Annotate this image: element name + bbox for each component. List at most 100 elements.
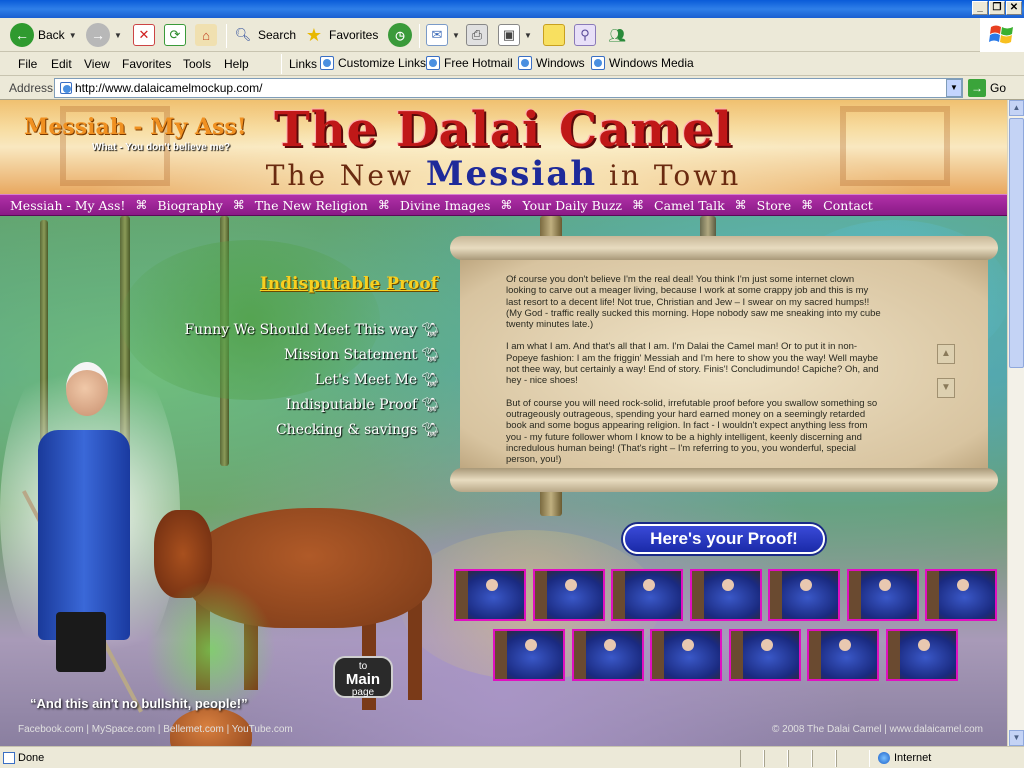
proof-link-mission-statement[interactable]: Mission Statement 🐪︎ <box>284 347 439 363</box>
page-done-icon <box>3 752 15 764</box>
nav-separator-icon: ⌘ <box>801 198 814 212</box>
close-button[interactable]: ✕ <box>1006 1 1022 15</box>
stop-icon: ✕ <box>133 24 155 46</box>
proof-thumbnail[interactable] <box>768 569 840 621</box>
window-title-bar: _ ❐ ✕ <box>0 0 1024 18</box>
proof-thumbnail[interactable] <box>689 569 762 621</box>
edit-button[interactable]: ▣ ▼ <box>498 22 532 48</box>
restore-button[interactable]: ❐ <box>989 1 1005 15</box>
proof-thumbnail[interactable] <box>454 569 526 621</box>
nav-your-daily-buzz[interactable]: Your Daily Buzz <box>522 198 622 213</box>
footer-links[interactable]: Facebook.com | MySpace.com | Bellemet.co… <box>18 724 293 735</box>
proof-link-label: Mission Statement <box>283 347 418 363</box>
mail-button[interactable]: ✉ ▼ <box>426 22 460 48</box>
menu-edit[interactable]: Edit <box>51 57 72 71</box>
to-main-page-button[interactable]: to Main page <box>333 656 393 698</box>
nav-separator-icon: ⌘ <box>500 198 513 212</box>
links-label[interactable]: Links <box>289 57 317 71</box>
address-input[interactable]: http://www.dalaicamelmockup.com/ <box>54 78 963 98</box>
scroll-down-button[interactable]: ▼ <box>937 378 955 398</box>
windows-logo <box>980 18 1024 52</box>
proof-thumbnail[interactable] <box>611 569 683 621</box>
discuss-button[interactable] <box>543 22 565 48</box>
scroll-text: Of course you don't believe I'm the real… <box>506 274 882 476</box>
nav-camel-talk[interactable]: Camel Talk <box>654 198 725 213</box>
scrollbar-thumb[interactable] <box>1009 118 1024 368</box>
link-windows[interactable]: Windows <box>518 56 585 70</box>
camel-icon: 🐪︎ <box>421 322 439 338</box>
standard-toolbar: ← Back ▼ → ▼ ✕ ⟳ ⌂ 🔍︎ Search ★ Favorites… <box>0 18 1024 52</box>
messenger-button[interactable]: 👥︎ <box>606 22 628 48</box>
proof-thumbnail[interactable] <box>885 629 958 681</box>
menu-help[interactable]: Help <box>224 57 249 71</box>
back-button[interactable]: ← Back ▼ <box>10 22 77 48</box>
history-button[interactable]: ◷ <box>388 22 412 48</box>
proof-link-funny-we-should-meet[interactable]: Funny We Should Meet This way 🐪︎ <box>184 322 439 338</box>
proof-thumbnail[interactable] <box>493 629 565 681</box>
scroll-paragraph: Of course you don't believe I'm the real… <box>506 274 881 331</box>
scrollbar-up-arrow[interactable]: ▲ <box>1009 100 1024 116</box>
nav-messiah-my-ass[interactable]: Messiah - My Ass! <box>10 198 125 213</box>
favorites-label: Favorites <box>329 28 379 42</box>
address-dropdown-button[interactable]: ▼ <box>946 79 962 97</box>
research-button[interactable]: ⚲ <box>574 22 596 48</box>
proof-thumbnail[interactable] <box>571 629 644 681</box>
proof-section-heading[interactable]: Indisputable Proof <box>248 274 438 294</box>
link-customize-links[interactable]: Customize Links <box>320 56 426 70</box>
page-icon <box>60 82 72 94</box>
favorites-button[interactable]: ★ Favorites <box>303 22 378 48</box>
chevron-down-icon: ▼ <box>452 30 460 40</box>
proof-thumbnail[interactable] <box>532 569 605 621</box>
heres-your-proof-button[interactable]: Here's your Proof! <box>623 524 825 554</box>
site-tagline: The New Messiah in Town <box>0 154 1007 194</box>
print-button[interactable]: ⎙ <box>466 22 488 48</box>
refresh-button[interactable]: ⟳ <box>164 22 186 48</box>
stop-button[interactable]: ✕ <box>133 22 155 48</box>
menu-tools[interactable]: Tools <box>183 57 211 71</box>
nav-store[interactable]: Store <box>757 198 792 213</box>
menu-view[interactable]: View <box>84 57 110 71</box>
scroll-up-button[interactable]: ▲ <box>937 344 955 364</box>
go-button[interactable]: → Go <box>968 79 1006 97</box>
proof-thumbnail[interactable] <box>807 629 879 681</box>
home-button[interactable]: ⌂ <box>195 22 217 48</box>
nav-contact[interactable]: Contact <box>823 198 873 213</box>
home-icon: ⌂ <box>195 24 217 46</box>
history-icon: ◷ <box>388 23 412 47</box>
scroll-paragraph: I am what I am. And that's all that I am… <box>506 341 879 387</box>
proof-link-indisputable-proof[interactable]: Indisputable Proof 🐪︎ <box>286 397 439 413</box>
minimize-button[interactable]: _ <box>972 1 988 15</box>
search-button[interactable]: 🔍︎ Search <box>232 22 296 48</box>
proof-link-lets-meet-me[interactable]: Let's Meet Me 🐪︎ <box>315 372 439 388</box>
link-label: Windows Media <box>609 56 694 70</box>
menu-favorites[interactable]: Favorites <box>122 57 171 71</box>
nav-biography[interactable]: Biography <box>157 198 222 213</box>
go-arrow-icon: → <box>968 79 986 97</box>
link-free-hotmail[interactable]: Free Hotmail <box>426 56 513 70</box>
proof-thumbnail[interactable] <box>728 629 801 681</box>
chevron-down-icon: ▼ <box>524 30 532 40</box>
forward-button[interactable]: → ▼ <box>86 22 122 48</box>
status-bar: Done Internet <box>0 746 1024 768</box>
nav-separator-icon: ⌘ <box>135 198 148 212</box>
website: The Dalai Camel The New Messiah in Town … <box>0 100 1010 746</box>
quote-caption: “And this ain't no bullshit, people!” <box>30 696 248 711</box>
page-title: Messiah - My Ass! <box>24 114 247 140</box>
proof-thumbnail[interactable] <box>925 569 997 621</box>
parchment-scroll: Of course you don't believe I'm the real… <box>450 236 998 504</box>
nav-the-new-religion[interactable]: The New Religion <box>255 198 368 213</box>
nav-divine-images[interactable]: Divine Images <box>400 198 491 213</box>
proof-thumbnail[interactable] <box>846 569 919 621</box>
vertical-scrollbar[interactable]: ▲ ▼ <box>1007 100 1024 746</box>
link-windows-media[interactable]: Windows Media <box>591 56 694 70</box>
proof-link-label: Checking & savings <box>275 422 418 438</box>
proof-thumbnail[interactable] <box>650 629 722 681</box>
camel-icon: 🐪︎ <box>421 397 439 413</box>
proof-link-checking-savings[interactable]: Checking & savings 🐪︎ <box>276 422 439 438</box>
scrollbar-down-arrow[interactable]: ▼ <box>1009 730 1024 746</box>
go-label: Go <box>990 81 1007 95</box>
edit-icon: ▣ <box>498 24 520 46</box>
back-label: Back <box>38 28 65 42</box>
menu-file[interactable]: File <box>18 57 37 71</box>
status-pane <box>836 750 870 767</box>
